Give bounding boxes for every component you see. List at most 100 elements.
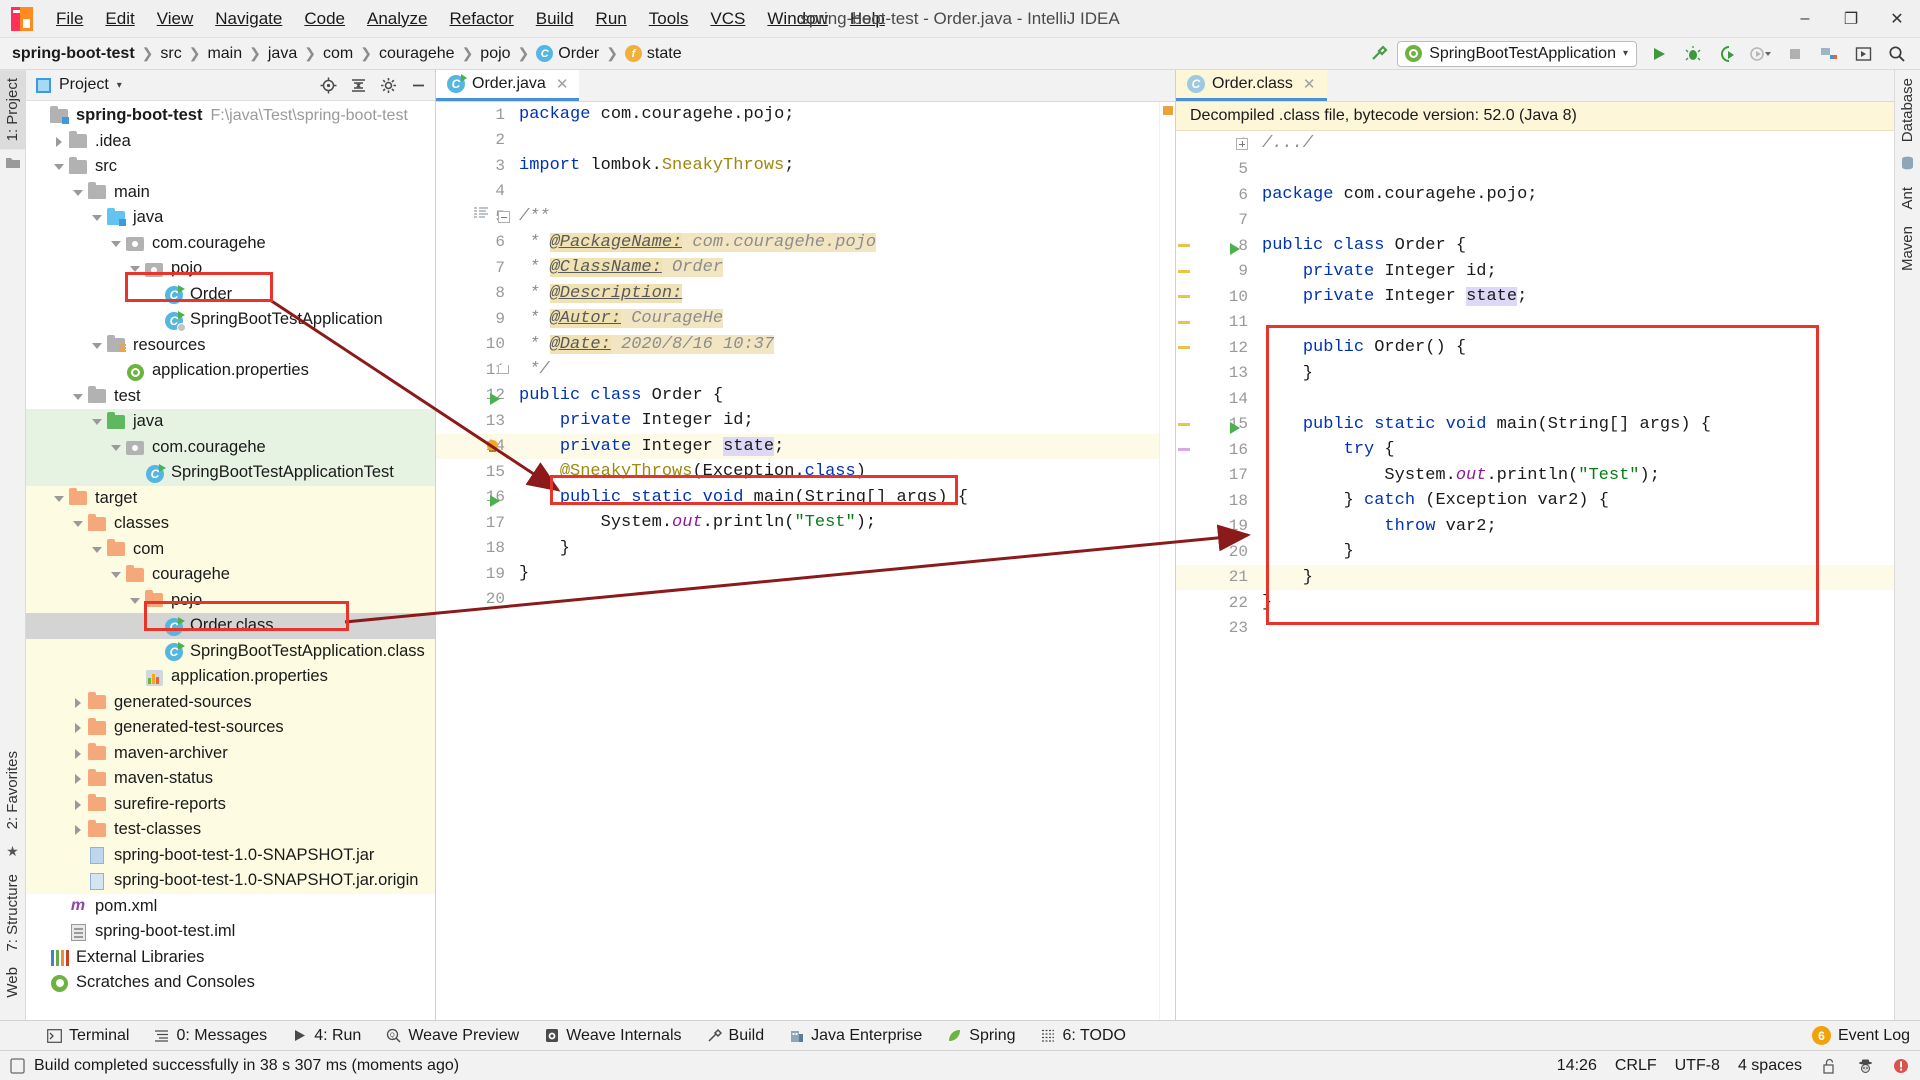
tree-item-pojo[interactable]: pojo: [26, 587, 435, 613]
tree-item-spring-boot-test[interactable]: spring-boot-test F:\java\Test\spring-boot…: [26, 103, 435, 129]
run-gutter-icon[interactable]: [490, 494, 500, 507]
tree-item-surefire-reports[interactable]: surefire-reports: [26, 791, 435, 817]
tree-toggle-open-icon[interactable]: [91, 339, 104, 352]
close-button[interactable]: ✕: [1874, 0, 1920, 38]
breadcrumb-item-pojo[interactable]: pojo: [478, 44, 512, 64]
tree-item-maven-status[interactable]: maven-status: [26, 766, 435, 792]
code-line[interactable]: public static void main(String[] args) {: [1254, 412, 1894, 438]
code-line[interactable]: System.out.println("Test");: [1254, 463, 1894, 489]
menu-code[interactable]: Code: [293, 5, 356, 33]
code-line[interactable]: }: [511, 561, 1159, 587]
event-log-label[interactable]: Event Log: [1838, 1027, 1910, 1045]
code-line[interactable]: throw var2;: [1254, 514, 1894, 540]
tree-item-src[interactable]: src: [26, 154, 435, 180]
collapse-all-icon[interactable]: [348, 75, 369, 96]
tree-toggle-open-icon[interactable]: [91, 211, 104, 224]
tree-item-springboottestapplication[interactable]: C SpringBootTestApplication: [26, 307, 435, 333]
menu-file[interactable]: File: [45, 5, 94, 33]
code-line[interactable]: /**: [511, 204, 1159, 230]
code-line[interactable]: public Order() {: [1254, 335, 1894, 361]
hector-inspector-icon[interactable]: [1856, 1057, 1874, 1075]
search-everywhere-button[interactable]: [1882, 40, 1912, 68]
code-line[interactable]: private Integer state;: [511, 433, 1159, 459]
breadcrumb-item-couragehe[interactable]: couragehe: [377, 44, 457, 64]
code-line[interactable]: System.out.println("Test");: [511, 510, 1159, 536]
code-fold-end[interactable]: [498, 365, 509, 374]
code-line[interactable]: public class Order {: [1254, 233, 1894, 259]
tool-terminal[interactable]: Terminal: [34, 1025, 141, 1047]
breadcrumb-item-java[interactable]: java: [266, 44, 299, 64]
tree-item-java[interactable]: java: [26, 409, 435, 435]
menu-navigate[interactable]: Navigate: [204, 5, 293, 33]
code-line[interactable]: package com.couragehe.pojo;: [1254, 182, 1894, 208]
tree-toggle-open-icon[interactable]: [72, 517, 85, 530]
tree-item-com[interactable]: com: [26, 536, 435, 562]
code-line[interactable]: [511, 179, 1159, 205]
code-content-left[interactable]: package com.couragehe.pojo; import lombo…: [511, 102, 1159, 1020]
tree-item-generated-test-sources[interactable]: generated-test-sources: [26, 715, 435, 741]
code-line[interactable]: * @Date: 2020/8/16 10:37: [511, 332, 1159, 358]
error-stripe-left[interactable]: [1159, 102, 1175, 1020]
tree-item-application-properties[interactable]: application.properties: [26, 358, 435, 384]
run-configuration-selector[interactable]: SpringBootTestApplication ▾: [1397, 40, 1637, 67]
hammer-icon[interactable]: [1363, 40, 1393, 68]
breadcrumb-item-order[interactable]: C Order: [534, 44, 601, 64]
menu-run[interactable]: Run: [585, 5, 638, 33]
menu-view[interactable]: View: [146, 5, 205, 33]
sidebar-item-ant-tab[interactable]: Ant: [1895, 179, 1920, 218]
tree-item-application-properties[interactable]: application.properties: [26, 664, 435, 690]
tree-toggle-open-icon[interactable]: [110, 568, 123, 581]
tree-item-java[interactable]: java: [26, 205, 435, 231]
maximize-button[interactable]: ❐: [1828, 0, 1874, 38]
tab-order-java[interactable]: C Order.java ✕: [436, 70, 580, 101]
code-line[interactable]: [1254, 157, 1894, 183]
tree-toggle-open-icon[interactable]: [110, 237, 123, 250]
tree-item-order[interactable]: C Order: [26, 282, 435, 308]
code-line[interactable]: try {: [1254, 437, 1894, 463]
tree-item-couragehe[interactable]: couragehe: [26, 562, 435, 588]
tree-toggle-open-icon[interactable]: [129, 262, 142, 275]
tree-item-spring-boot-test-1-0-snapshot-jar-origin[interactable]: spring-boot-test-1.0-SNAPSHOT.jar.origin: [26, 868, 435, 894]
code-line[interactable]: }: [511, 536, 1159, 562]
tree-item-test[interactable]: test: [26, 384, 435, 410]
menu-vcs[interactable]: VCS: [699, 5, 756, 33]
code-line[interactable]: }: [1254, 564, 1894, 590]
run-button[interactable]: [1644, 40, 1674, 68]
status-indent[interactable]: 4 spaces: [1738, 1057, 1802, 1075]
tool-spring[interactable]: Spring: [934, 1025, 1027, 1047]
tree-item-pojo[interactable]: pojo: [26, 256, 435, 282]
code-content-right[interactable]: /.../ package com.couragehe.pojo; public…: [1254, 131, 1894, 1020]
tree-item-main[interactable]: main: [26, 180, 435, 206]
debug-button[interactable]: [1678, 40, 1708, 68]
tree-item-springboottestapplicationtest[interactable]: C SpringBootTestApplicationTest: [26, 460, 435, 486]
tool-messages[interactable]: 0: Messages: [141, 1025, 279, 1047]
tree-toggle-closed-icon[interactable]: [72, 696, 85, 709]
menu-build[interactable]: Build: [525, 5, 585, 33]
code-line[interactable]: * @Autor: CourageHe: [511, 306, 1159, 332]
code-line[interactable]: package com.couragehe.pojo;: [511, 102, 1159, 128]
close-icon[interactable]: ✕: [556, 75, 569, 93]
code-area-left[interactable]: 1234567891011121314151617181920 package …: [436, 102, 1175, 1020]
code-line[interactable]: * @ClassName: Order: [511, 255, 1159, 281]
tool-todo[interactable]: 6: TODO: [1028, 1025, 1138, 1047]
breadcrumb-item-project[interactable]: spring-boot-test: [10, 44, 137, 64]
settings-gear-icon[interactable]: [378, 75, 399, 96]
code-line[interactable]: [1254, 208, 1894, 234]
code-line[interactable]: private Integer id;: [511, 408, 1159, 434]
tree-toggle-open-icon[interactable]: [91, 543, 104, 556]
code-line[interactable]: */: [511, 357, 1159, 383]
tree-toggle-open-icon[interactable]: [110, 441, 123, 454]
status-line-separator[interactable]: CRLF: [1615, 1057, 1657, 1075]
status-encoding[interactable]: UTF-8: [1675, 1057, 1720, 1075]
breadcrumb-item-state[interactable]: f state: [623, 44, 684, 64]
sidebar-item-maven-tab[interactable]: Maven: [1895, 218, 1920, 279]
sidebar-item-project-tab[interactable]: 1: Project: [0, 70, 25, 150]
run-gutter-icon[interactable]: [1230, 243, 1240, 255]
stop-button[interactable]: [1780, 40, 1810, 68]
hide-panel-icon[interactable]: [408, 75, 429, 96]
menu-tools[interactable]: Tools: [638, 5, 700, 33]
code-line[interactable]: * @Description:: [511, 281, 1159, 307]
tree-item-pom-xml[interactable]: m pom.xml: [26, 894, 435, 920]
tab-order-class[interactable]: C Order.class ✕: [1176, 70, 1327, 101]
tool-weave-internals[interactable]: Weave Internals: [531, 1025, 693, 1047]
